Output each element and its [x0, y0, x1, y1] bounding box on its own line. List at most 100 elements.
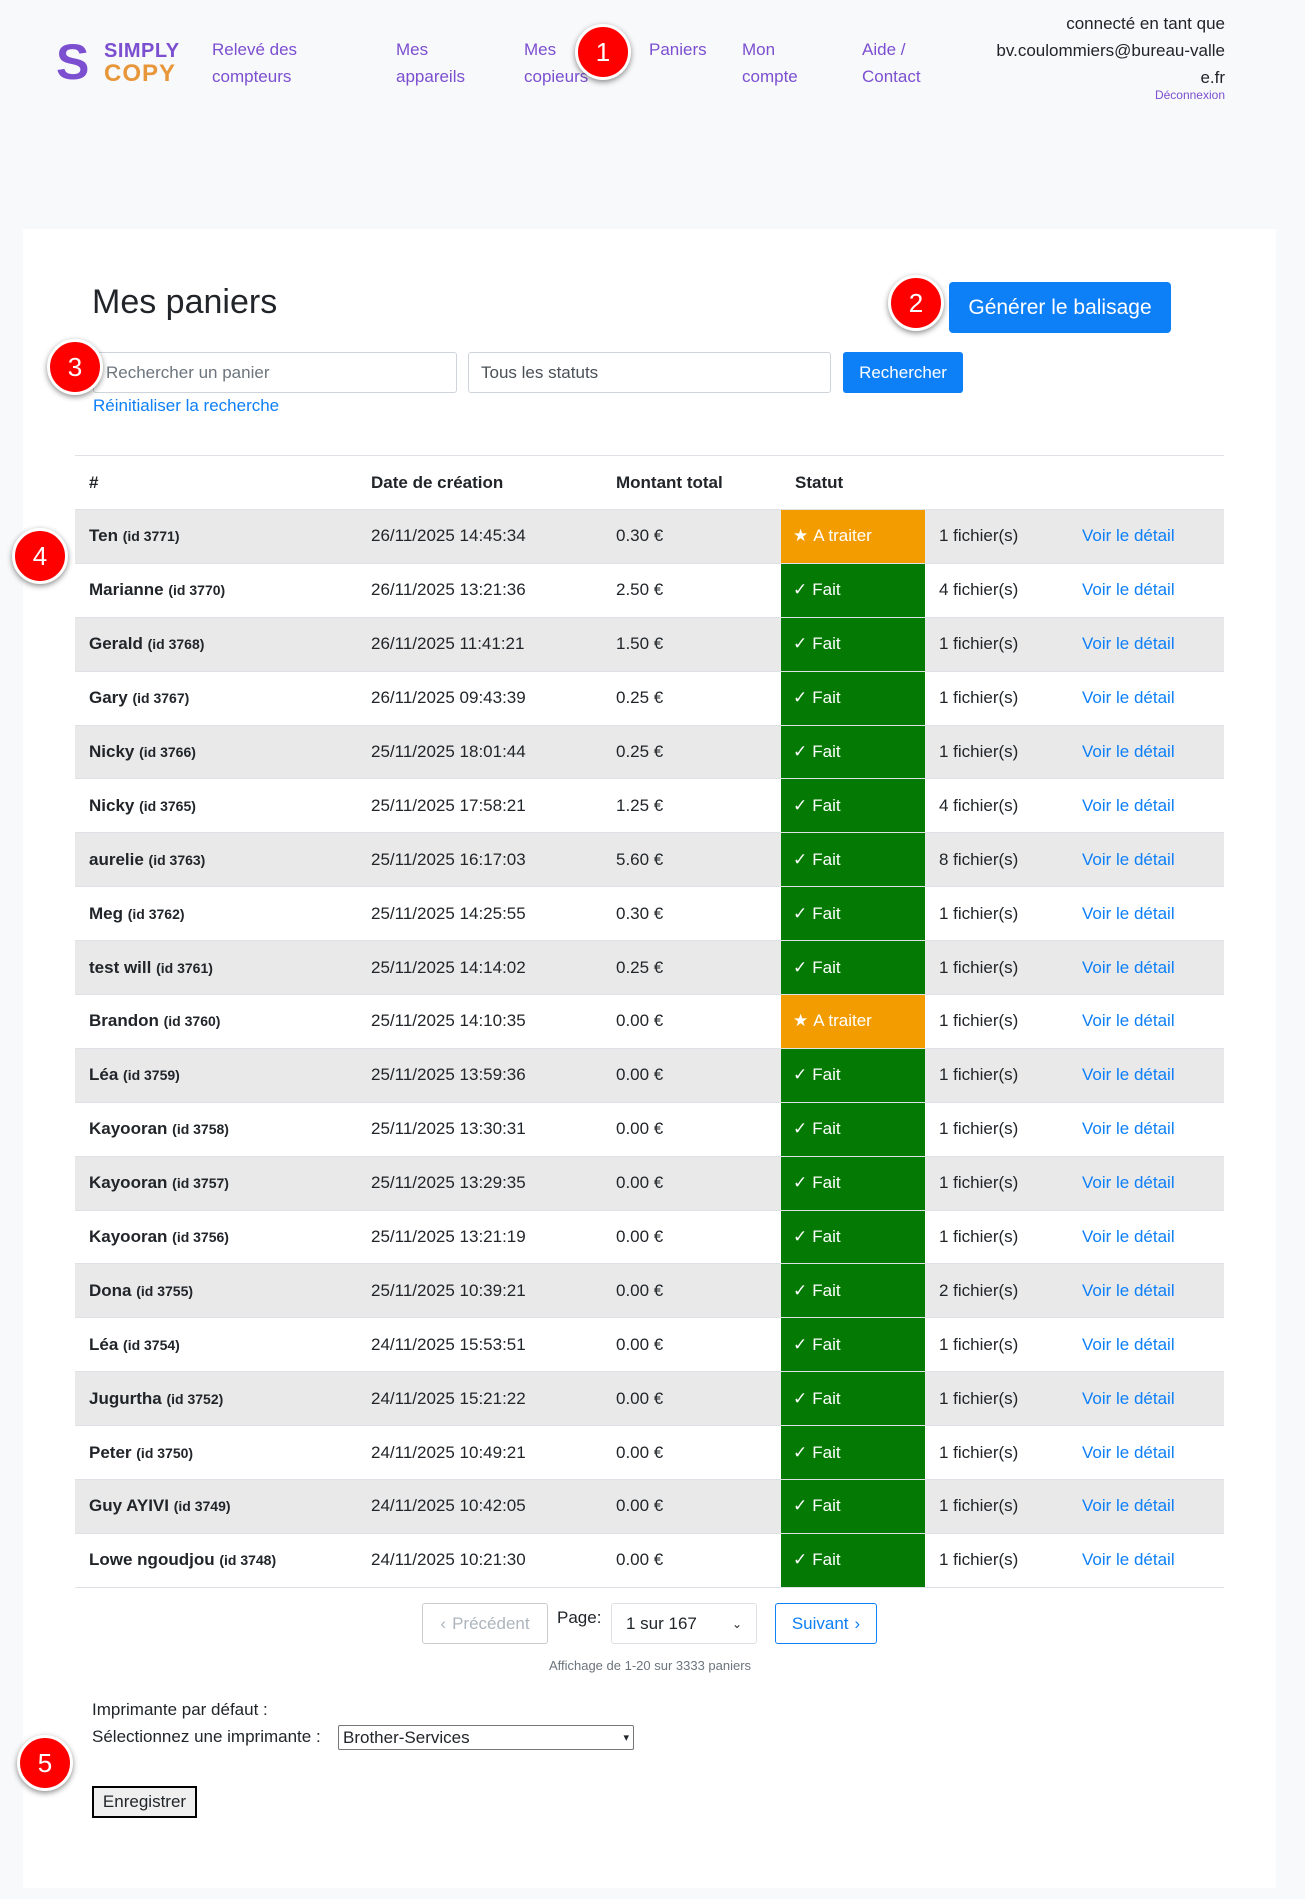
view-detail-link[interactable]: Voir le détail: [1082, 1119, 1175, 1138]
basket-name: Kayooran: [89, 1227, 168, 1247]
page-select[interactable]: 1 sur 167 ⌄: [611, 1603, 757, 1644]
basket-name-cell: Kayooran (id 3757): [75, 1156, 357, 1210]
basket-name: Marianne: [89, 580, 164, 600]
col-id: #: [89, 472, 99, 492]
basket-id: (id 3771): [122, 528, 180, 545]
basket-name-cell: Gerald (id 3768): [75, 617, 357, 671]
creation-date: 26/11/2025 13:21:36: [371, 580, 526, 600]
view-detail-link[interactable]: Voir le détail: [1082, 742, 1175, 761]
view-detail-link[interactable]: Voir le détail: [1082, 1496, 1175, 1515]
file-count: 4 fichier(s): [939, 795, 1019, 815]
view-detail-link[interactable]: Voir le détail: [1082, 1389, 1175, 1408]
view-detail-link[interactable]: Voir le détail: [1082, 526, 1175, 545]
total-amount: 0.00 €: [616, 1280, 664, 1300]
search-button[interactable]: Rechercher: [843, 352, 963, 393]
logout-link[interactable]: Déconnexion: [1155, 88, 1225, 102]
basket-name-cell: Lowe ngoudjou (id 3748): [75, 1533, 357, 1587]
status-badge: ✓ Fait: [781, 1156, 925, 1211]
basket-name-cell: Brandon (id 3760): [75, 995, 357, 1049]
basket-name-cell: aurelie (id 3763): [75, 833, 357, 887]
status-label: Fait: [812, 957, 841, 977]
view-detail-link[interactable]: Voir le détail: [1082, 1227, 1175, 1246]
view-detail-link[interactable]: Voir le détail: [1082, 580, 1175, 599]
creation-date: 24/11/2025 10:21:30: [371, 1550, 526, 1570]
total-amount: 0.30 €: [616, 903, 664, 923]
user-label: connecté en tant que: [1066, 14, 1225, 33]
view-detail-link[interactable]: Voir le détail: [1082, 1173, 1175, 1192]
view-detail-link[interactable]: Voir le détail: [1082, 1335, 1175, 1354]
view-detail-link[interactable]: Voir le détail: [1082, 1065, 1175, 1084]
save-button[interactable]: Enregistrer: [92, 1786, 197, 1818]
status-badge: ✓ Fait: [781, 832, 925, 887]
basket-name: Nicky: [89, 742, 135, 761]
generate-markup-button[interactable]: Générer le balisage: [949, 282, 1171, 333]
status-label: A traiter: [813, 1011, 872, 1031]
col-actions: [1068, 456, 1224, 510]
user-email: bv.coulommiers@bureau-vallee.fr: [996, 41, 1225, 87]
basket-name-cell: Marianne (id 3770): [75, 563, 357, 617]
status-label: Fait: [812, 634, 841, 654]
view-detail-link[interactable]: Voir le détail: [1082, 1281, 1175, 1300]
total-amount: 0.00 €: [616, 1119, 664, 1139]
basket-name-cell: Meg (id 3762): [75, 887, 357, 941]
basket-name: Gary: [89, 688, 128, 708]
basket-id: (id 3748): [219, 1552, 277, 1569]
logo-text-bottom: COPY: [104, 60, 177, 87]
view-detail-link[interactable]: Voir le détail: [1082, 796, 1175, 815]
view-detail-link[interactable]: Voir le détail: [1082, 904, 1175, 923]
file-count: 1 fichier(s): [939, 1119, 1019, 1139]
nav-mes-appareils[interactable]: Mes appareils: [396, 36, 486, 90]
file-count: 1 fichier(s): [939, 1065, 1019, 1085]
creation-date: 24/11/2025 10:49:21: [371, 1442, 526, 1462]
view-detail-link[interactable]: Voir le détail: [1082, 634, 1175, 653]
table-row: aurelie (id 3763) 25/11/2025 16:17:03 5.…: [75, 832, 1224, 887]
basket-name: Brandon: [89, 1011, 159, 1031]
table-row: Nicky (id 3766) 25/11/2025 18:01:44 0.25…: [75, 725, 1224, 779]
view-detail-link[interactable]: Voir le détail: [1082, 1011, 1175, 1030]
simply-copy-logo[interactable]: S SIMPLY COPY: [56, 37, 180, 87]
creation-date: 25/11/2025 17:58:21: [371, 795, 526, 815]
basket-id: (id 3759): [123, 1067, 180, 1084]
status-filter-select[interactable]: Tous les statuts: [468, 352, 831, 393]
previous-page-button[interactable]: ‹ Précédent: [422, 1603, 548, 1644]
view-detail-link[interactable]: Voir le détail: [1082, 850, 1175, 869]
nav-releve-compteurs[interactable]: Relevé des compteurs: [212, 36, 332, 90]
file-count: 1 fichier(s): [939, 688, 1019, 708]
view-detail-link[interactable]: Voir le détail: [1082, 1443, 1175, 1462]
page-label: Page:: [557, 1608, 602, 1627]
basket-name: Peter: [89, 1442, 132, 1462]
status-badge: ✓ Fait: [781, 1263, 925, 1318]
check-icon: ✓: [793, 1496, 808, 1516]
basket-id: (id 3761): [156, 959, 213, 976]
creation-date: 24/11/2025 10:42:05: [371, 1496, 526, 1516]
check-icon: ✓: [793, 1227, 808, 1247]
creation-date: 25/11/2025 14:10:35: [371, 1011, 526, 1031]
table-row: Kayooran (id 3758) 25/11/2025 13:30:31 0…: [75, 1102, 1224, 1157]
view-detail-link[interactable]: Voir le détail: [1082, 1550, 1175, 1569]
creation-date: 26/11/2025 14:45:34: [371, 526, 526, 546]
star-icon: ★: [793, 526, 809, 546]
status-badge: ✓ Fait: [781, 1048, 925, 1103]
basket-name-cell: Kayooran (id 3756): [75, 1210, 357, 1264]
creation-date: 25/11/2025 16:17:03: [371, 849, 526, 869]
total-amount: 0.25 €: [616, 688, 664, 708]
table-row: Nicky (id 3765) 25/11/2025 17:58:21 1.25…: [75, 778, 1224, 833]
search-input[interactable]: Rechercher un panier: [93, 352, 457, 393]
view-detail-link[interactable]: Voir le détail: [1082, 958, 1175, 977]
table-header: # Date de création Montant total Statut: [75, 455, 1224, 510]
chevron-right-icon: ›: [854, 1613, 861, 1633]
next-page-button[interactable]: Suivant ›: [775, 1603, 877, 1644]
file-count: 1 fichier(s): [939, 1388, 1019, 1408]
view-detail-link[interactable]: Voir le détail: [1082, 688, 1175, 707]
file-count: 8 fichier(s): [939, 849, 1019, 869]
nav-aide-contact[interactable]: Aide / Contact: [862, 36, 942, 90]
printer-select[interactable]: Brother-Services ▾: [338, 1725, 634, 1750]
basket-id: (id 3749): [173, 1498, 231, 1515]
table-row: Léa (id 3759) 25/11/2025 13:59:36 0.00 €…: [75, 1048, 1224, 1103]
total-amount: 0.00 €: [616, 1334, 664, 1354]
reset-search-link[interactable]: Réinitialiser la recherche: [93, 396, 279, 416]
basket-name-cell: Dona (id 3755): [75, 1264, 357, 1318]
annotation-marker-2: 2: [888, 275, 944, 331]
nav-mon-compte[interactable]: Mon compte: [742, 36, 812, 90]
file-count: 1 fichier(s): [939, 526, 1019, 546]
